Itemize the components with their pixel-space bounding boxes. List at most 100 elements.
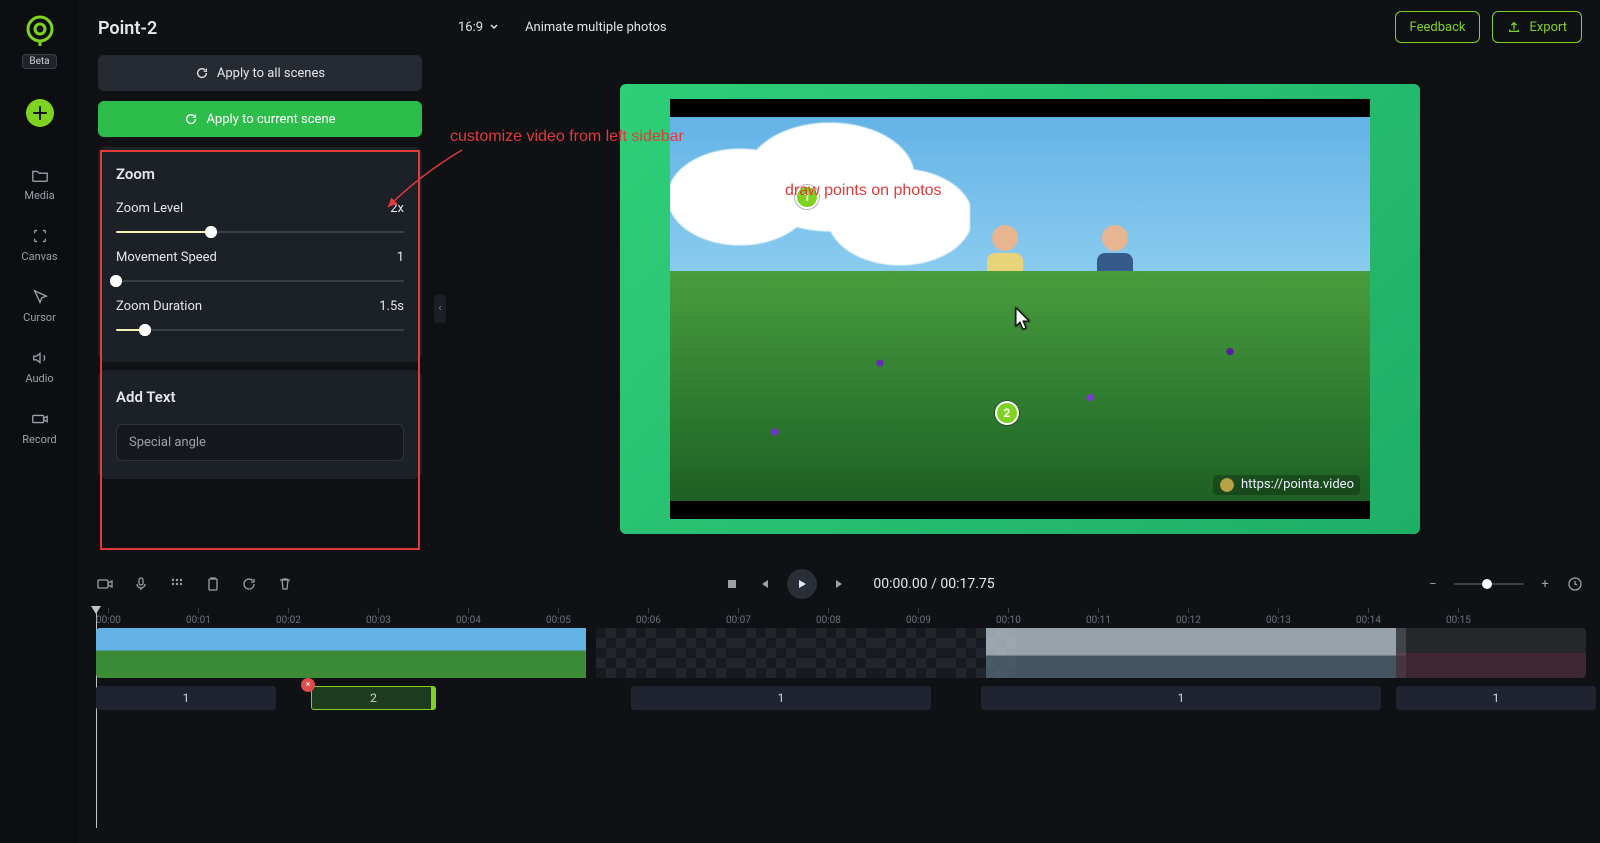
speaker-icon: [30, 348, 50, 368]
apply-all-scenes-button[interactable]: Apply to all scenes: [98, 55, 422, 91]
effects-icon[interactable]: [168, 575, 186, 593]
rail-item-media[interactable]: Media: [12, 159, 68, 208]
watermark: https://pointa.video: [1213, 475, 1360, 495]
watermark-text: https://pointa.video: [1241, 477, 1354, 492]
ruler-tick: 00:09: [906, 608, 931, 630]
next-icon[interactable]: [831, 575, 849, 593]
project-title[interactable]: Animate multiple photos: [525, 20, 667, 35]
movement-speed-value: 1: [397, 250, 404, 265]
zoom-in-icon[interactable]: +: [1536, 575, 1554, 593]
panel-title: Point-2: [98, 18, 422, 39]
watermark-logo-icon: [1219, 477, 1235, 493]
prev-icon[interactable]: [755, 575, 773, 593]
stop-icon[interactable]: [723, 575, 741, 593]
rail-item-audio[interactable]: Audio: [12, 342, 68, 391]
zoom-out-icon[interactable]: −: [1424, 575, 1442, 593]
ruler-tick: 00:07: [726, 608, 751, 630]
app-logo: [21, 10, 59, 48]
record-icon: [30, 409, 50, 429]
zoom-duration-slider[interactable]: [116, 322, 404, 338]
ruler-tick: 00:11: [1086, 608, 1111, 630]
fit-icon[interactable]: [1566, 575, 1584, 593]
feedback-button[interactable]: Feedback: [1395, 11, 1481, 43]
timeline-toolbar: 00:00.00 / 00:17.75 − +: [80, 564, 1600, 604]
mic-icon[interactable]: [132, 575, 150, 593]
point-segment[interactable]: 1: [631, 686, 931, 710]
point-segment[interactable]: 1: [1396, 686, 1596, 710]
zoom-level-slider[interactable]: [116, 224, 404, 240]
video-clip[interactable]: [96, 628, 586, 678]
rail-item-record[interactable]: Record: [12, 403, 68, 452]
point-segment[interactable]: 2: [311, 686, 436, 710]
play-button[interactable]: [787, 569, 817, 599]
segment-resize-handle[interactable]: [431, 687, 435, 709]
aspect-ratio-dropdown[interactable]: 16:9: [458, 20, 499, 35]
video-frame[interactable]: 1 2 https://pointa.video: [670, 99, 1370, 519]
point-segment[interactable]: 1: [96, 686, 276, 710]
timeline-zoom-slider[interactable]: [1454, 583, 1524, 585]
zoom-duration-label: Zoom Duration: [116, 299, 202, 314]
preview-canvas: ‹ 12 https://pointa.video: [440, 54, 1600, 563]
camera-icon[interactable]: [96, 575, 114, 593]
zoom-point-marker[interactable]: 1: [795, 185, 819, 209]
rail-item-cursor[interactable]: Cursor: [12, 281, 68, 330]
video-clip[interactable]: [986, 628, 1386, 678]
trash-icon[interactable]: [276, 575, 294, 593]
timeline-panel: 00:00.00 / 00:17.75 − + 00:00 00:01 00:02 0…: [80, 563, 1600, 843]
ruler-tick: 00:12: [1176, 608, 1201, 630]
ruler-tick: 00:01: [186, 608, 211, 630]
refresh-icon[interactable]: [240, 575, 258, 593]
apply-current-scene-button[interactable]: Apply to current scene: [98, 101, 422, 137]
timeline-tracks: 12×111: [80, 628, 1600, 828]
rail-item-label: Canvas: [21, 250, 57, 263]
aspect-ratio-value: 16:9: [458, 20, 483, 35]
zoom-card: Zoom Zoom Level 2x Movement Speed 1 Zoom…: [98, 147, 422, 362]
card-header: Zoom: [116, 165, 404, 183]
zoom-level-value: 2x: [390, 201, 404, 216]
playback-controls: 00:00.00 / 00:17.75: [723, 569, 994, 599]
ruler-tick: 00:06: [636, 608, 661, 630]
points-track: 12×111: [96, 686, 1586, 710]
button-label: Apply to current scene: [206, 112, 335, 127]
export-button[interactable]: Export: [1492, 11, 1582, 43]
refresh-icon: [195, 66, 209, 80]
zoom-level-label: Zoom Level: [116, 201, 183, 216]
export-icon: [1507, 20, 1521, 34]
folder-icon: [30, 165, 50, 185]
rail-item-label: Media: [24, 189, 54, 202]
frame-icon: [30, 226, 50, 246]
rail-item-label: Cursor: [23, 311, 56, 324]
refresh-icon: [184, 112, 198, 126]
ruler-tick: 00:13: [1266, 608, 1291, 630]
ruler-tick: 00:14: [1356, 608, 1381, 630]
timecode: 00:00.00 / 00:17.75: [873, 576, 994, 592]
video-track: [96, 628, 1586, 678]
ruler-tick: 00:02: [276, 608, 301, 630]
point-segment[interactable]: 1: [981, 686, 1381, 710]
ruler-tick: 00:15: [1446, 608, 1471, 630]
video-clip[interactable]: [596, 628, 976, 678]
ruler-tick: 00:08: [816, 608, 841, 630]
rail-item-canvas[interactable]: Canvas: [12, 220, 68, 269]
timeline-ruler[interactable]: 00:0000:0100:0200:0300:0400:0500:0600:07…: [80, 606, 1600, 628]
add-text-input[interactable]: Special angle: [116, 424, 404, 461]
add-text-card: Add Text Special angle: [98, 370, 422, 479]
ruler-tick: 00:03: [366, 608, 391, 630]
add-button[interactable]: [26, 99, 54, 127]
zoom-duration-value: 1.5s: [379, 299, 404, 314]
preview-stage[interactable]: 1 2 https://pointa.video: [620, 84, 1420, 534]
card-header: Add Text: [116, 388, 404, 406]
movement-speed-label: Movement Speed: [116, 250, 217, 265]
left-rail: Beta Media Canvas Cursor Audio Record: [0, 0, 80, 843]
beta-badge: Beta: [22, 54, 56, 69]
zoom-point-marker[interactable]: 2: [995, 401, 1019, 425]
collapse-panel-handle[interactable]: ‹: [434, 295, 446, 323]
ruler-tick: 00:00: [96, 608, 121, 630]
rail-item-label: Record: [22, 433, 56, 446]
clipboard-icon[interactable]: [204, 575, 222, 593]
segment-delete-button[interactable]: ×: [301, 678, 315, 692]
rail-item-label: Audio: [25, 372, 53, 385]
ruler-tick: 00:05: [546, 608, 571, 630]
video-clip[interactable]: [1396, 628, 1586, 678]
movement-speed-slider[interactable]: [116, 273, 404, 289]
